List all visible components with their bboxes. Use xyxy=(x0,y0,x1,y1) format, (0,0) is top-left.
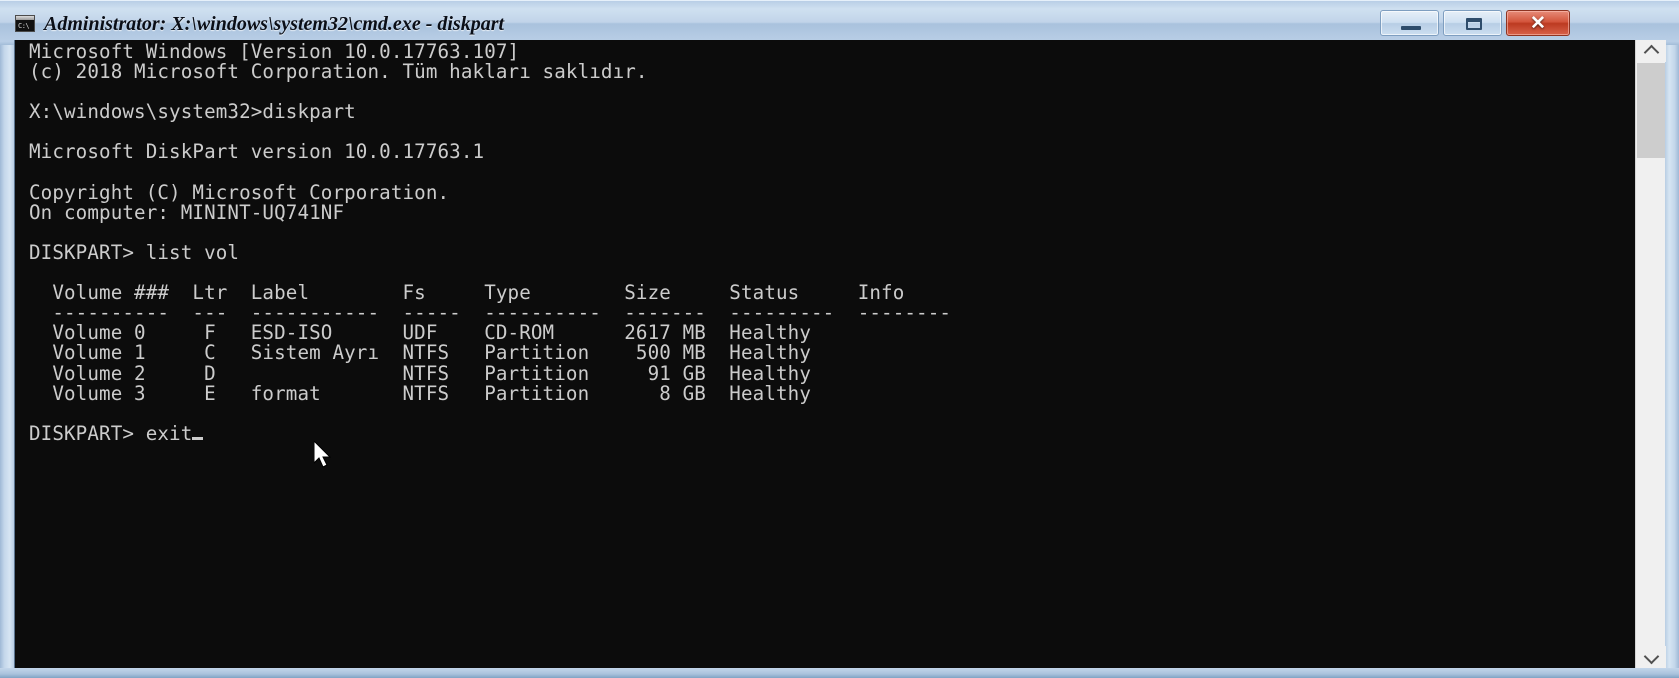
console-line: X:\windows\system32>diskpart xyxy=(29,100,356,124)
chevron-up-icon xyxy=(1643,44,1659,61)
console-text: Microsoft Windows [Version 10.0.17763.10… xyxy=(29,41,951,445)
console-line: Microsoft DiskPart version 10.0.17763.1 xyxy=(29,140,485,164)
cmd-console-icon[interactable]: C:\ xyxy=(15,15,35,32)
window-border-left xyxy=(0,0,14,678)
title-bar[interactable]: C:\ Administrator: X:\windows\system32\c… xyxy=(0,0,1679,45)
close-icon: ✕ xyxy=(1530,13,1546,34)
minimize-button[interactable] xyxy=(1380,10,1439,36)
console-line: DISKPART> exit xyxy=(29,421,193,445)
console-line: Volume 3 E format NTFS Partition 8 GB He… xyxy=(29,381,812,405)
window-border-bottom xyxy=(0,668,1679,678)
close-button[interactable]: ✕ xyxy=(1506,10,1570,36)
vertical-scrollbar[interactable] xyxy=(1635,40,1666,668)
icon-title-strip xyxy=(16,16,34,20)
window-border-right xyxy=(1665,0,1679,678)
scroll-up-arrow[interactable] xyxy=(1636,40,1666,62)
mouse-cursor xyxy=(314,441,332,468)
scroll-down-arrow[interactable] xyxy=(1636,646,1666,668)
chevron-down-icon xyxy=(1643,648,1659,664)
cmd-window: C:\ Administrator: X:\windows\system32\c… xyxy=(0,0,1679,678)
maximize-icon xyxy=(1466,18,1482,30)
scroll-thumb[interactable] xyxy=(1637,63,1665,158)
console-output-area[interactable]: Microsoft Windows [Version 10.0.17763.10… xyxy=(14,40,1636,668)
minimize-icon xyxy=(1401,26,1421,30)
console-line: (c) 2018 Microsoft Corporation. Tüm hakl… xyxy=(29,60,648,84)
window-title: Administrator: X:\windows\system32\cmd.e… xyxy=(44,13,505,35)
maximize-restore-button[interactable] xyxy=(1443,10,1502,36)
icon-prompt-glyph: C:\ xyxy=(18,22,30,30)
console-line: On computer: MININT-UQ741NF xyxy=(29,200,345,224)
console-line: DISKPART> list vol xyxy=(29,240,240,264)
text-cursor xyxy=(192,436,204,440)
